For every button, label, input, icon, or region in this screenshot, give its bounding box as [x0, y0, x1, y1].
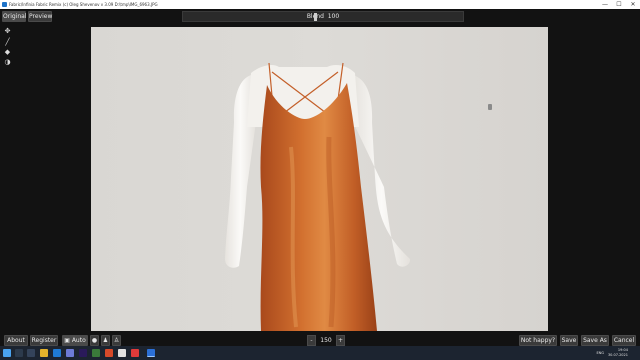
taskbar: ENG 19:04 30.07.2021	[0, 346, 640, 360]
app-icon	[2, 2, 7, 7]
preview-button[interactable]: Preview	[28, 11, 52, 22]
app-icon-5[interactable]	[131, 349, 139, 357]
image-canvas[interactable]	[91, 27, 548, 331]
minimize-button[interactable]: —	[598, 0, 612, 9]
blend-label: Blend 100	[307, 13, 340, 20]
figure-icon-button[interactable]: ♟	[101, 335, 110, 346]
zoom-in-button[interactable]: +	[336, 335, 345, 346]
save-as-button[interactable]: Save As	[581, 335, 609, 346]
start-icon[interactable]	[3, 349, 11, 357]
clock[interactable]: 19:04 30.07.2021	[606, 348, 628, 357]
edge-icon[interactable]	[53, 349, 61, 357]
dress-photo	[225, 62, 411, 331]
brush-icon: ╱	[5, 38, 10, 46]
zoom-value: 150	[320, 337, 332, 344]
title-bar: Fabric/Infinia Fabric Remix (c) Oleg She…	[0, 0, 640, 9]
language-indicator[interactable]: ENG	[596, 351, 604, 355]
original-button[interactable]: Original	[2, 11, 26, 22]
maximize-button[interactable]: ☐	[612, 0, 626, 9]
move-tool[interactable]: ✥	[3, 27, 12, 36]
person-icon-button[interactable]: ●	[90, 335, 99, 346]
app-icon-3[interactable]	[105, 349, 113, 357]
eraser-icon: ◆	[4, 48, 11, 56]
cancel-button[interactable]: Cancel	[612, 335, 636, 346]
contrast-icon: ◑	[4, 58, 11, 66]
auto-button[interactable]: ▣ Auto	[62, 335, 88, 346]
premiere-icon[interactable]	[79, 349, 87, 357]
brush-tool[interactable]: ╱	[3, 38, 12, 47]
blend-slider[interactable]: Blend 100	[182, 11, 464, 22]
blend-slider-thumb[interactable]	[314, 13, 317, 21]
person-icon: ●	[91, 337, 98, 344]
save-button[interactable]: Save	[560, 335, 578, 346]
not-happy-button[interactable]: Not happy?	[519, 335, 557, 346]
dress-icon: ♙	[113, 337, 120, 344]
eraser-tool[interactable]: ◆	[3, 48, 12, 57]
file-explorer-icon[interactable]	[40, 349, 48, 357]
cursor-icon	[488, 104, 492, 110]
move-icon: ✥	[4, 27, 11, 35]
zoom-control: - 150 +	[307, 335, 347, 346]
app-icon-1[interactable]	[66, 349, 74, 357]
register-button[interactable]: Register	[30, 335, 58, 346]
zoom-out-button[interactable]: -	[307, 335, 316, 346]
app-icon-4[interactable]	[118, 349, 126, 357]
fabric-app-icon[interactable]	[147, 349, 155, 357]
task-view-icon[interactable]	[27, 349, 35, 357]
app-icon-2[interactable]	[92, 349, 100, 357]
close-button[interactable]: ✕	[626, 0, 640, 9]
dress-icon-button[interactable]: ♙	[112, 335, 121, 346]
figure-icon: ♟	[102, 337, 109, 344]
about-button[interactable]: About	[4, 335, 28, 346]
search-icon[interactable]	[15, 349, 23, 357]
lock-icon: ▣	[64, 337, 72, 344]
contrast-tool[interactable]: ◑	[3, 58, 12, 67]
window-title: Fabric/Infinia Fabric Remix (c) Oleg She…	[9, 2, 158, 7]
